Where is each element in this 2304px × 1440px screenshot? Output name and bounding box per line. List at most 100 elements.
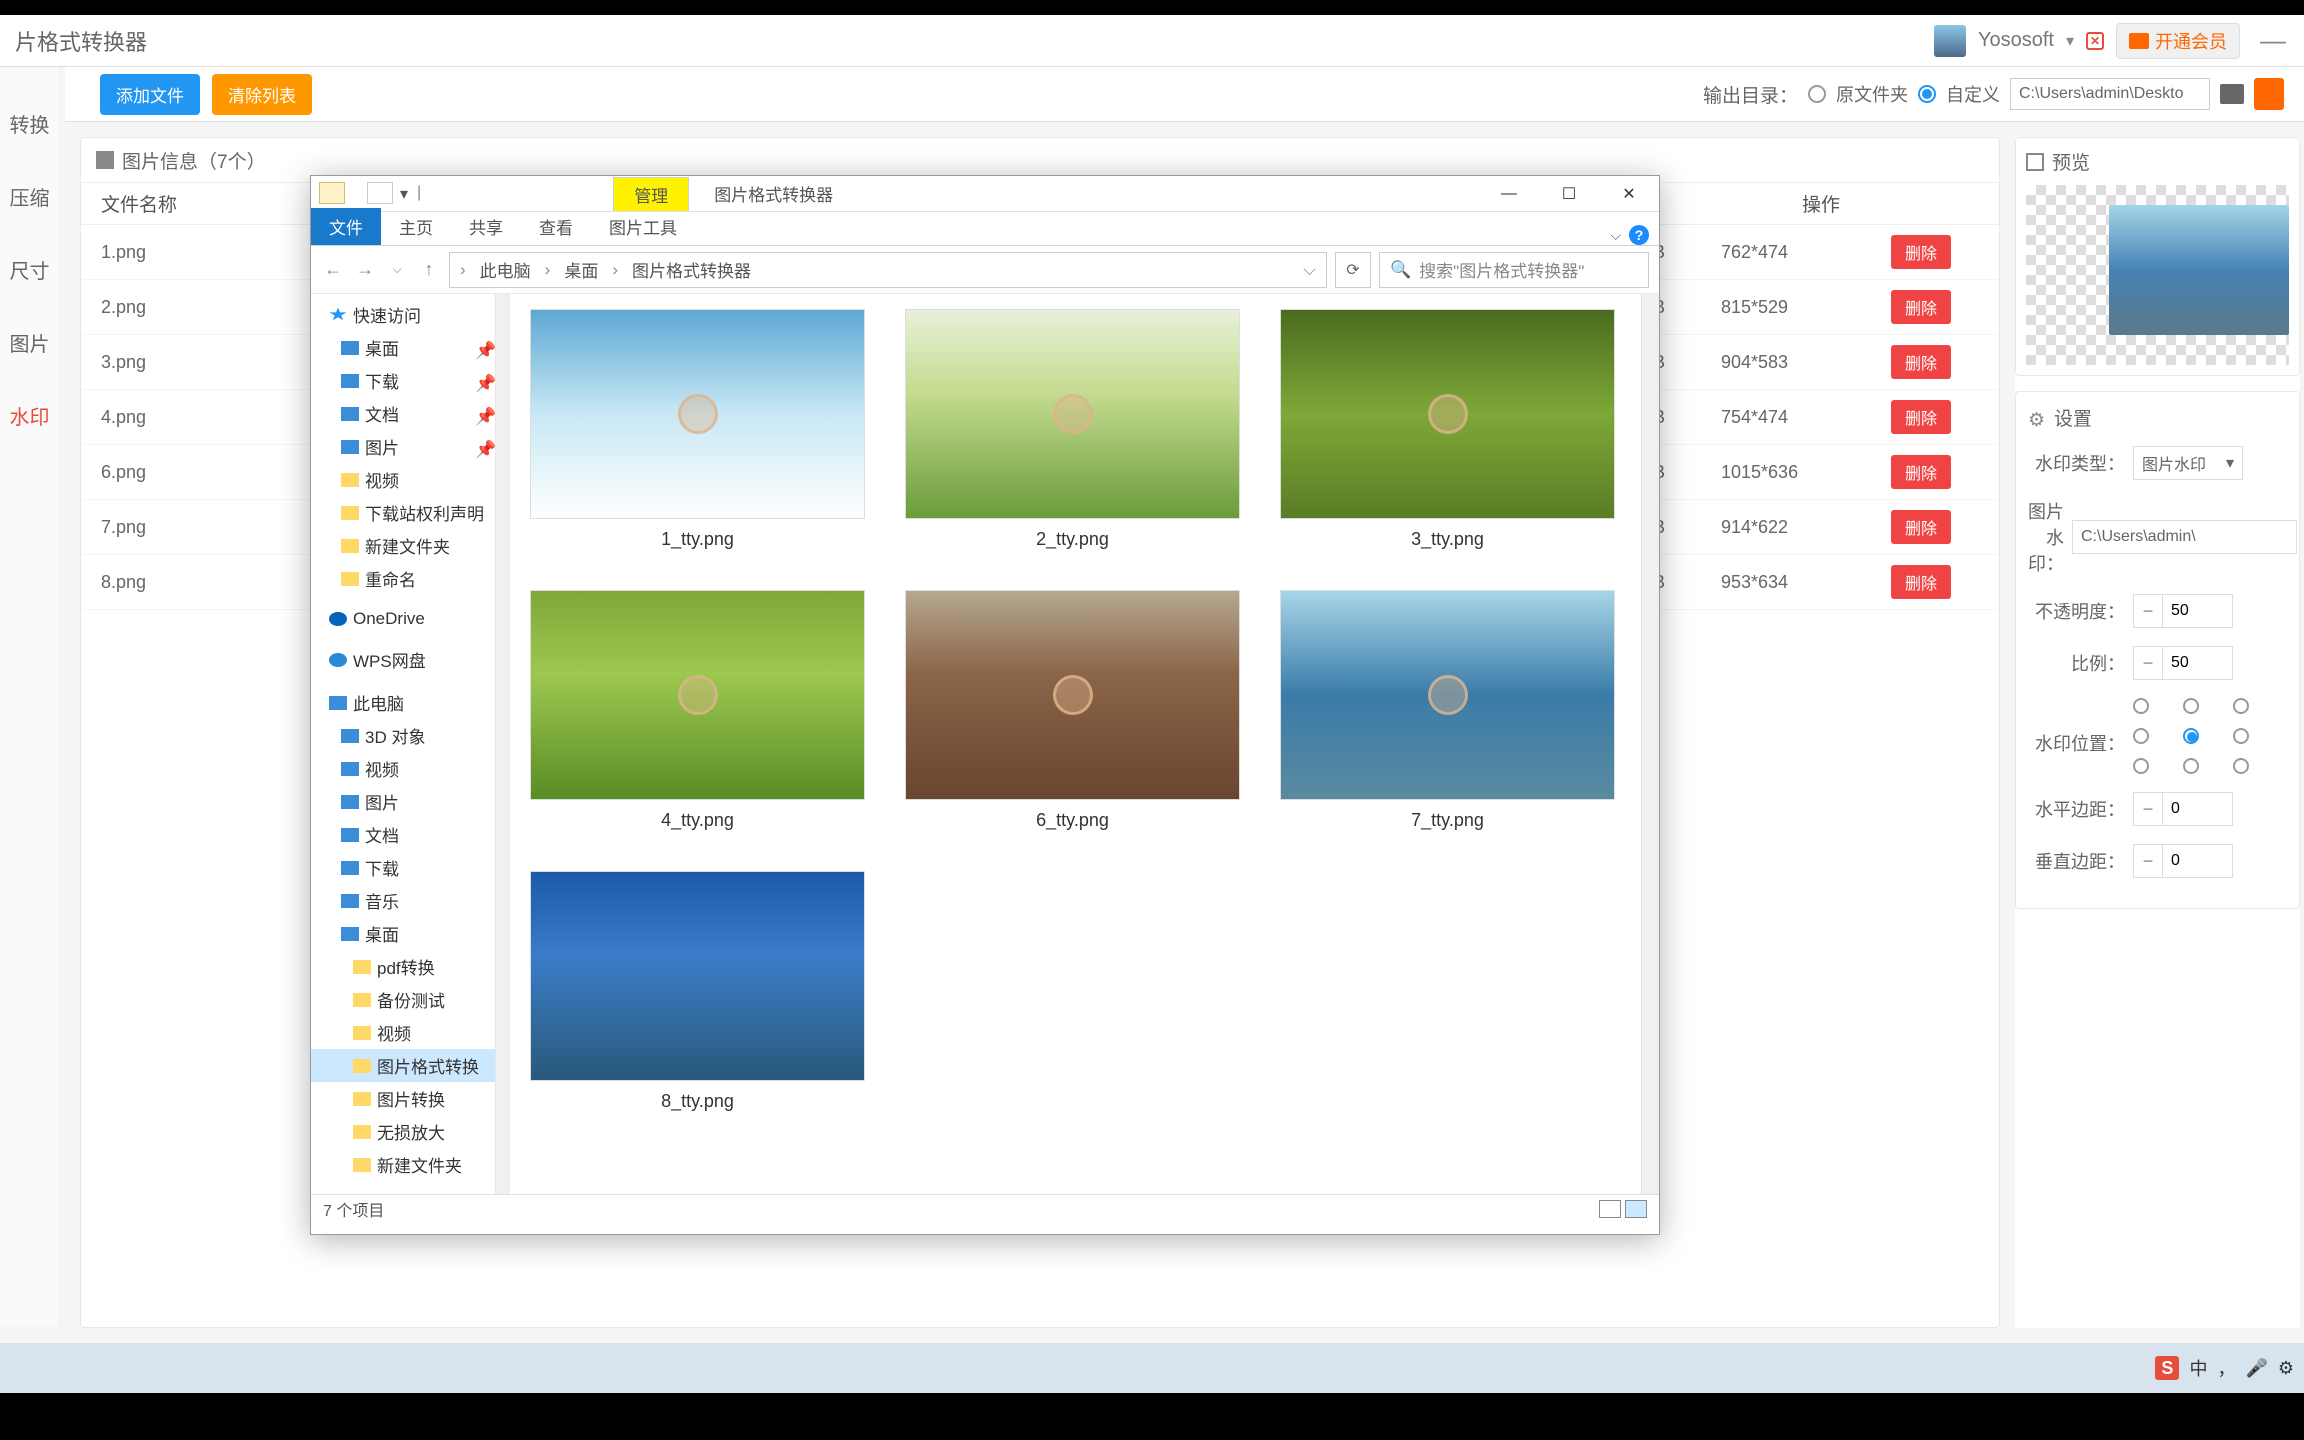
delete-button[interactable]: 删除 [1891, 345, 1951, 379]
chevron-down-icon[interactable]: ⌵ [1303, 260, 1316, 280]
pos-br[interactable] [2233, 758, 2249, 774]
pos-ml[interactable] [2133, 728, 2149, 744]
opacity-dec[interactable]: − [2133, 594, 2163, 628]
delete-button[interactable]: 删除 [1891, 565, 1951, 599]
refresh-button[interactable]: ⟳ [1335, 252, 1371, 288]
watermark-type-select[interactable]: 图片水印 ▾ [2133, 446, 2243, 480]
sidebar-convert[interactable]: 转换 [0, 87, 59, 160]
delete-button[interactable]: 删除 [1891, 400, 1951, 434]
file-item[interactable]: 3_tty.png [1280, 309, 1615, 550]
tree-videos2[interactable]: 视频 [311, 752, 495, 785]
pos-mr[interactable] [2233, 728, 2249, 744]
explorer-titlebar[interactable]: ▾ | 管理 图片格式转换器 — ☐ ✕ [311, 176, 1659, 212]
tree-videos[interactable]: 视频 [311, 463, 495, 496]
vmargin-input[interactable] [2163, 844, 2233, 878]
pos-tc[interactable] [2183, 698, 2199, 714]
ime-punctuation-icon[interactable]: ， [2217, 1355, 2235, 1381]
file-grid[interactable]: 1_tty.png 2_tty.png 3_tty.png 4_tty.png … [510, 294, 1641, 1194]
tab-view[interactable]: 查看 [521, 208, 591, 245]
start-button[interactable] [2254, 78, 2284, 110]
address-bar[interactable]: › 此电脑 › 桌面 › 图片格式转换器 ⌵ [449, 252, 1327, 288]
ratio-input[interactable] [2163, 646, 2233, 680]
user-avatar[interactable] [1934, 25, 1966, 57]
minimize-button[interactable]: — [2252, 25, 2294, 56]
delete-button[interactable]: 删除 [1891, 290, 1951, 324]
file-item[interactable]: 2_tty.png [905, 309, 1240, 550]
back-button[interactable]: ← [321, 258, 345, 282]
collapse-ribbon-icon[interactable]: ⌵ [1610, 227, 1621, 244]
tree-rights[interactable]: 下载站权利声明 [311, 496, 495, 529]
ime-mic-icon[interactable]: 🎤 [2245, 1358, 2267, 1379]
tree-desktop2[interactable]: 桌面 [311, 917, 495, 950]
breadcrumb-item[interactable]: 图片格式转换器 [632, 257, 751, 282]
tree-thispc[interactable]: 此电脑 [311, 686, 495, 719]
tree-imgformat[interactable]: 图片格式转换 [311, 1049, 495, 1082]
sidebar-size[interactable]: 尺寸 [0, 233, 59, 306]
manage-tab[interactable]: 管理 [613, 177, 689, 211]
vmargin-dec[interactable]: − [2133, 844, 2163, 878]
tree-video3[interactable]: 视频 [311, 1016, 495, 1049]
pos-tr[interactable] [2233, 698, 2249, 714]
forward-button[interactable]: → [353, 258, 377, 282]
folder-browse-icon[interactable] [2220, 84, 2244, 104]
pos-bl[interactable] [2133, 758, 2149, 774]
close-button[interactable]: ✕ [1599, 176, 1659, 212]
ime-settings-icon[interactable]: ⚙ [2278, 1358, 2294, 1379]
file-item[interactable]: 6_tty.png [905, 590, 1240, 831]
add-file-button[interactable]: 添加文件 [100, 74, 200, 115]
tree-wps[interactable]: WPS网盘 [311, 643, 495, 676]
file-item[interactable]: 1_tty.png [530, 309, 865, 550]
pos-tl[interactable] [2133, 698, 2149, 714]
tree-imgconv[interactable]: 图片转换 [311, 1082, 495, 1115]
delete-button[interactable]: 删除 [1891, 455, 1951, 489]
delete-button[interactable]: 删除 [1891, 510, 1951, 544]
file-item[interactable]: 4_tty.png [530, 590, 865, 831]
pos-mc[interactable] [2183, 728, 2199, 744]
minimize-button[interactable]: — [1479, 176, 1539, 212]
tree-desktop[interactable]: 桌面📌 [311, 331, 495, 364]
tree-newfolder[interactable]: 新建文件夹 [311, 529, 495, 562]
tree-downloads2[interactable]: 下载 [311, 851, 495, 884]
tree-rename[interactable]: 重命名 [311, 562, 495, 595]
hmargin-input[interactable] [2163, 792, 2233, 826]
folder-icon[interactable] [367, 182, 393, 204]
vip-button[interactable]: 开通会员 [2116, 23, 2240, 59]
files-scrollbar[interactable] [1641, 294, 1659, 1194]
sogou-ime-icon[interactable]: S [2155, 1356, 2179, 1380]
delete-button[interactable]: 删除 [1891, 235, 1951, 269]
details-view-icon[interactable] [1599, 1200, 1621, 1218]
folder-tree[interactable]: 快速访问 桌面📌 下载📌 文档📌 图片📌 视频 下载站权利声明 新建文件夹 重命… [311, 294, 496, 1194]
sidebar-image[interactable]: 图片 [0, 306, 59, 379]
up-button[interactable]: ↑ [417, 258, 441, 282]
breadcrumb-item[interactable]: 桌面 [564, 257, 598, 282]
search-input[interactable]: 🔍 搜索"图片格式转换器" [1379, 252, 1649, 288]
tree-newfolder2[interactable]: 新建文件夹 [311, 1148, 495, 1181]
chevron-down-icon[interactable]: ▾ [2066, 31, 2074, 51]
sidebar-watermark[interactable]: 水印 [0, 379, 59, 452]
file-item[interactable]: 7_tty.png [1280, 590, 1615, 831]
pos-bc[interactable] [2183, 758, 2199, 774]
tab-home[interactable]: 主页 [381, 208, 451, 245]
tab-picture-tools[interactable]: 图片工具 [591, 208, 695, 245]
tree-onedrive[interactable]: OneDrive [311, 605, 495, 633]
tab-file[interactable]: 文件 [311, 208, 381, 245]
tree-pictures2[interactable]: 图片 [311, 785, 495, 818]
folder-icon[interactable] [319, 182, 345, 204]
ratio-dec[interactable]: − [2133, 646, 2163, 680]
maximize-button[interactable]: ☐ [1539, 176, 1599, 212]
radio-original[interactable] [1808, 85, 1826, 103]
tree-documents[interactable]: 文档📌 [311, 397, 495, 430]
tree-lossless[interactable]: 无损放大 [311, 1115, 495, 1148]
help-icon[interactable]: ? [1629, 225, 1649, 245]
thumb-view-icon[interactable] [1625, 1200, 1647, 1218]
tree-backup[interactable]: 备份测试 [311, 983, 495, 1016]
tree-downloads[interactable]: 下载📌 [311, 364, 495, 397]
tree-scrollbar[interactable] [496, 294, 510, 1194]
tree-pdfconv[interactable]: pdf转换 [311, 950, 495, 983]
tree-documents2[interactable]: 文档 [311, 818, 495, 851]
ime-lang[interactable]: 中 [2189, 1355, 2207, 1381]
breadcrumb-item[interactable]: 此电脑 [480, 257, 531, 282]
badge-icon[interactable]: ✕ [2086, 32, 2104, 50]
tree-3d[interactable]: 3D 对象 [311, 719, 495, 752]
radio-custom[interactable] [1918, 85, 1936, 103]
